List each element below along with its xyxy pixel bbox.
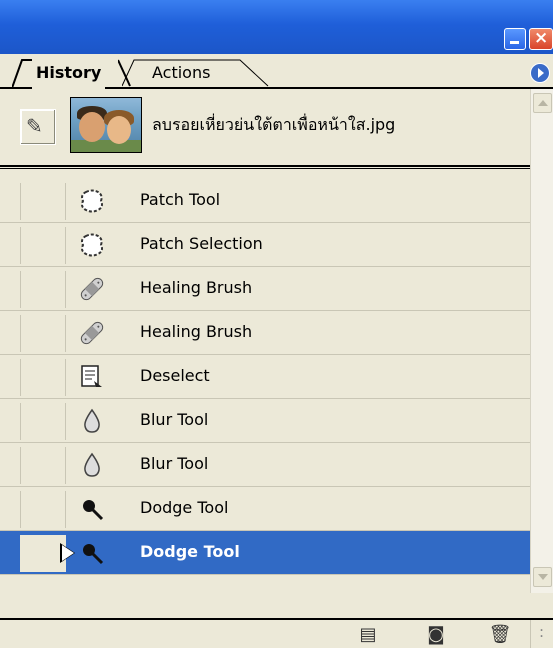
history-state-row[interactable]: Blur Tool xyxy=(0,443,530,487)
new-snapshot-icon[interactable]: ◙ xyxy=(424,624,448,646)
history-source-toggle[interactable] xyxy=(20,183,66,220)
patch-tool-icon xyxy=(78,231,106,259)
dodge-tool-icon xyxy=(78,495,106,523)
history-source-toggle[interactable] xyxy=(20,271,66,308)
snapshot-divider xyxy=(0,165,530,169)
title-bar: × xyxy=(0,0,553,54)
history-state-row[interactable]: Dodge Tool xyxy=(0,531,530,575)
tab-history-right-edge xyxy=(118,59,131,87)
history-state-label: Patch Tool xyxy=(140,190,221,209)
tab-row: History Actions xyxy=(0,54,553,89)
new-document-from-state-icon[interactable]: ▤ xyxy=(356,624,380,646)
history-list: ✎ ลบรอยเหี่ยวย่นใต้ตาเพื่อหน้าใส.jpg Pat… xyxy=(0,89,530,593)
scroll-down-button[interactable] xyxy=(533,567,552,587)
history-state-row[interactable]: Dodge Tool xyxy=(0,487,530,531)
history-state-row[interactable]: Patch Tool xyxy=(0,179,530,223)
bottom-toolbar: ▤ ◙ 🗑 xyxy=(0,618,553,648)
blur-tool-icon xyxy=(78,407,106,435)
history-source-toggle[interactable] xyxy=(20,359,66,396)
delete-state-icon[interactable]: 🗑 xyxy=(488,624,512,646)
history-source-toggle[interactable] xyxy=(20,403,66,440)
history-brush-icon: ✎ xyxy=(26,114,43,138)
history-state-label: Dodge Tool xyxy=(140,498,229,517)
history-state-label: Patch Selection xyxy=(140,234,263,253)
history-state-row[interactable]: Patch Selection xyxy=(0,223,530,267)
history-state-label: Dodge Tool xyxy=(140,542,240,561)
healing-brush-icon xyxy=(78,275,106,303)
history-state-label: Blur Tool xyxy=(140,410,209,429)
history-state-label: Blur Tool xyxy=(140,454,209,473)
snapshot-row[interactable]: ✎ ลบรอยเหี่ยวย่นใต้ตาเพื่อหน้าใส.jpg xyxy=(0,89,530,179)
snapshot-thumbnail xyxy=(70,97,142,153)
close-icon: × xyxy=(534,28,549,48)
vertical-scrollbar[interactable] xyxy=(530,89,553,593)
healing-brush-icon xyxy=(78,319,106,347)
close-button[interactable]: × xyxy=(529,28,553,50)
tab-actions[interactable]: Actions xyxy=(132,60,252,87)
history-source-toggle[interactable] xyxy=(20,491,66,528)
history-state-label: Deselect xyxy=(140,366,210,385)
history-state-row[interactable]: Healing Brush xyxy=(0,267,530,311)
history-state-label: Healing Brush xyxy=(140,322,253,341)
blur-tool-icon xyxy=(78,451,106,479)
tab-history[interactable]: History xyxy=(32,59,106,89)
patch-tool-icon xyxy=(78,187,106,215)
history-source-toggle[interactable] xyxy=(20,447,66,484)
deselect-icon xyxy=(78,363,106,391)
history-panel: × History Actions ✎ ลบรอยเหี่ยวย่นใต้ตาเ… xyxy=(0,0,553,648)
snapshot-label: ลบรอยเหี่ยวย่นใต้ตาเพื่อหน้าใส.jpg xyxy=(152,115,396,134)
history-source-toggle[interactable] xyxy=(20,227,66,264)
history-state-label: Healing Brush xyxy=(140,278,253,297)
scroll-up-button[interactable] xyxy=(533,93,552,113)
history-state-row[interactable]: Healing Brush xyxy=(0,311,530,355)
tab-history-edge xyxy=(12,59,32,88)
history-source-toggle[interactable] xyxy=(20,315,66,352)
minimize-button[interactable] xyxy=(504,28,526,50)
snapshot-source-toggle[interactable]: ✎ xyxy=(20,109,56,145)
current-state-pointer-fill xyxy=(62,545,74,561)
panel-menu-button[interactable] xyxy=(530,63,550,83)
resize-grip[interactable] xyxy=(530,620,553,648)
history-state-row[interactable]: Blur Tool xyxy=(0,399,530,443)
dodge-tool-icon xyxy=(78,539,106,567)
history-state-row[interactable]: Deselect xyxy=(0,355,530,399)
